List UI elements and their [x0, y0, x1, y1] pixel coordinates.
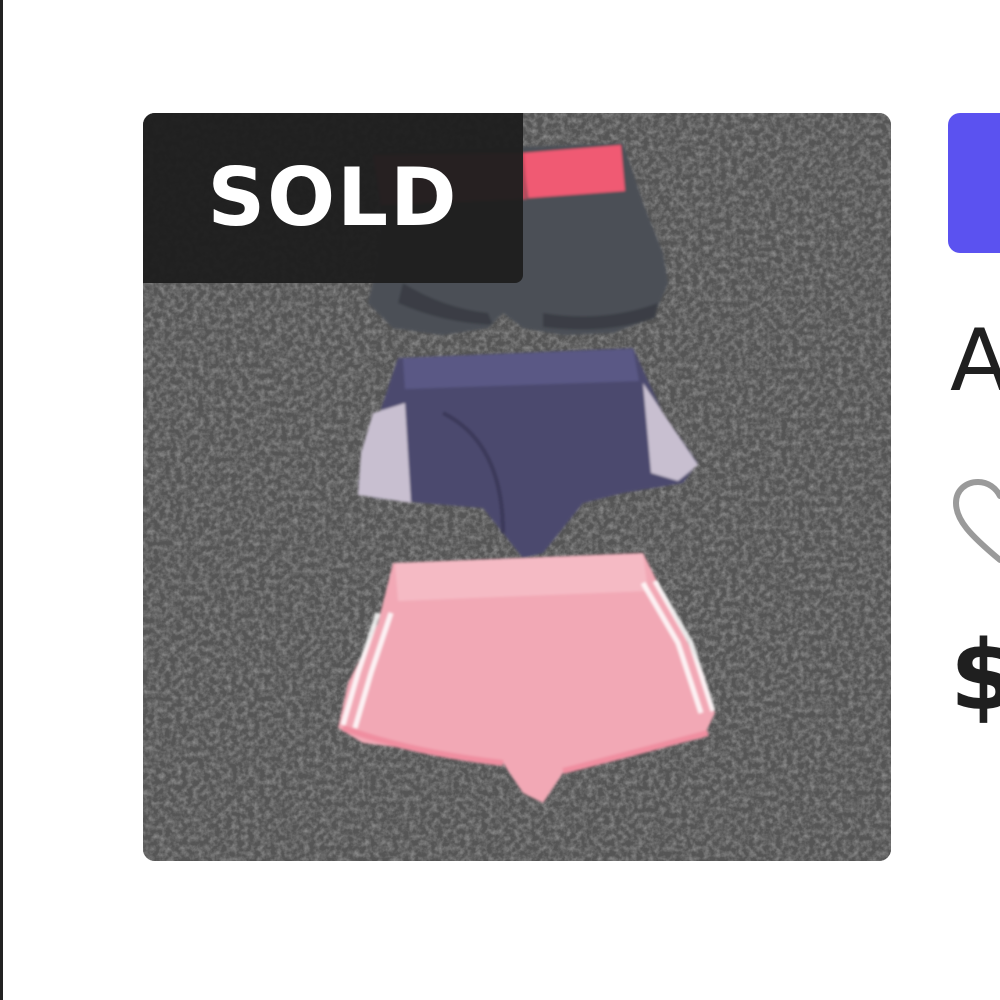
listing-price: $ [950, 620, 1000, 732]
primary-action-button[interactable] [948, 113, 1000, 253]
sold-badge: SOLD [143, 113, 523, 283]
heart-outline-icon[interactable] [950, 470, 1000, 570]
listing-title[interactable]: A [950, 318, 1000, 404]
sold-badge-label: SOLD [207, 151, 459, 244]
listing-card[interactable]: SOLD [143, 113, 891, 861]
listing-page: SOLD A $ [0, 0, 1000, 1000]
window-edge [0, 0, 3, 1000]
